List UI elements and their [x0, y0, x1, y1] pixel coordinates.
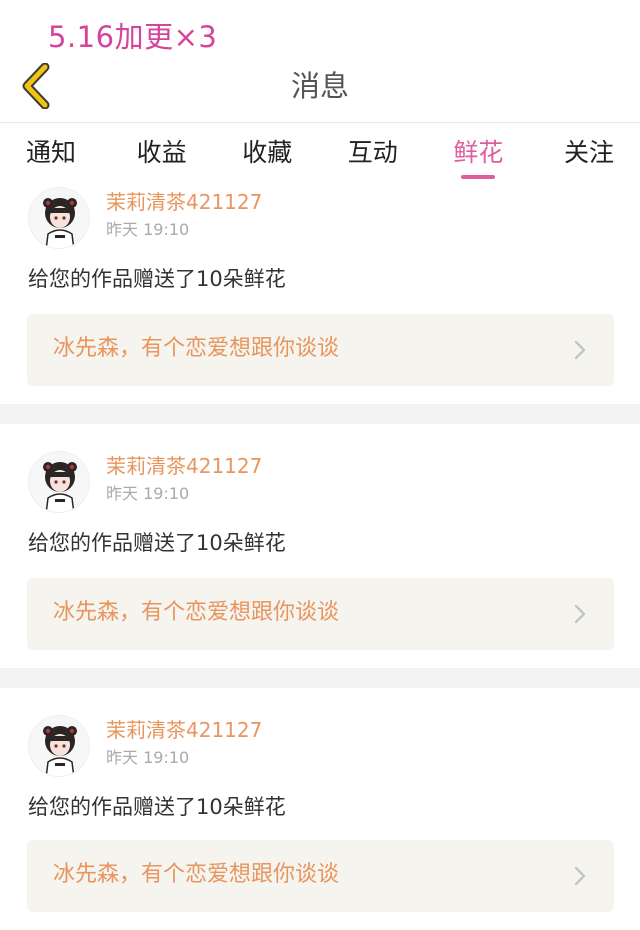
notification-card: 茉莉清茶421127 昨天 19:10 给您的作品赠送了10朵鲜花 冰先森，有个… — [0, 424, 640, 668]
notification-message: 给您的作品赠送了10朵鲜花 — [28, 795, 286, 819]
tab-label: 关注 — [563, 138, 614, 167]
tab-label: 收益 — [136, 138, 187, 167]
linked-work-card[interactable]: 冰先森，有个恋爱想跟你谈谈 — [27, 314, 614, 386]
tab-flowers[interactable]: 鲜花 — [426, 123, 532, 179]
tab-label: 鲜花 — [453, 138, 504, 167]
section-divider — [0, 404, 640, 424]
tab-label: 收藏 — [242, 138, 293, 167]
notification-time: 昨天 19:10 — [106, 484, 190, 503]
tab-interactions[interactable]: 互动 — [320, 123, 426, 169]
tab-label: 通知 — [26, 138, 77, 167]
sender-username[interactable]: 茉莉清茶421127 — [106, 717, 262, 743]
section-divider — [0, 668, 640, 688]
notification-message: 给您的作品赠送了10朵鲜花 — [28, 267, 286, 291]
messages-screen: 5.16加更×3 消息 通知 收益 收藏 互动 鲜花 关注 茉莉清茶421127… — [0, 0, 640, 930]
tab-following[interactable]: 关注 — [531, 123, 640, 169]
sender-username[interactable]: 茉莉清茶421127 — [106, 453, 262, 479]
work-title: 冰先森，有个恋爱想跟你谈谈 — [53, 600, 340, 625]
work-title: 冰先森，有个恋爱想跟你谈谈 — [53, 336, 340, 361]
tab-notifications[interactable]: 通知 — [0, 123, 109, 169]
work-title: 冰先森，有个恋爱想跟你谈谈 — [53, 862, 340, 887]
linked-work-card[interactable]: 冰先森，有个恋爱想跟你谈谈 — [27, 840, 614, 912]
sender-username[interactable]: 茉莉清茶421127 — [106, 189, 262, 215]
header: 消息 — [0, 50, 640, 122]
page-title: 消息 — [290, 69, 349, 103]
girl-avatar-icon[interactable] — [28, 451, 90, 513]
notification-time: 昨天 19:10 — [106, 220, 190, 239]
notification-card: 茉莉清茶421127 昨天 19:10 给您的作品赠送了10朵鲜花 冰先森，有个… — [0, 688, 640, 930]
girl-avatar-icon[interactable] — [28, 187, 90, 249]
notification-message: 给您的作品赠送了10朵鲜花 — [28, 531, 286, 555]
notification-card: 茉莉清茶421127 昨天 19:10 给您的作品赠送了10朵鲜花 冰先森，有个… — [0, 180, 640, 404]
chevron-right-icon — [574, 604, 586, 624]
active-tab-indicator — [461, 175, 496, 179]
chevron-right-icon — [574, 340, 586, 360]
tab-label: 互动 — [347, 138, 398, 167]
tab-favorites[interactable]: 收藏 — [214, 123, 320, 169]
tab-bar: 通知 收益 收藏 互动 鲜花 关注 — [0, 122, 640, 180]
tab-earnings[interactable]: 收益 — [109, 123, 215, 169]
chevron-right-icon — [574, 866, 586, 886]
girl-avatar-icon[interactable] — [28, 715, 90, 777]
linked-work-card[interactable]: 冰先森，有个恋爱想跟你谈谈 — [27, 578, 614, 650]
notification-time: 昨天 19:10 — [106, 748, 190, 767]
